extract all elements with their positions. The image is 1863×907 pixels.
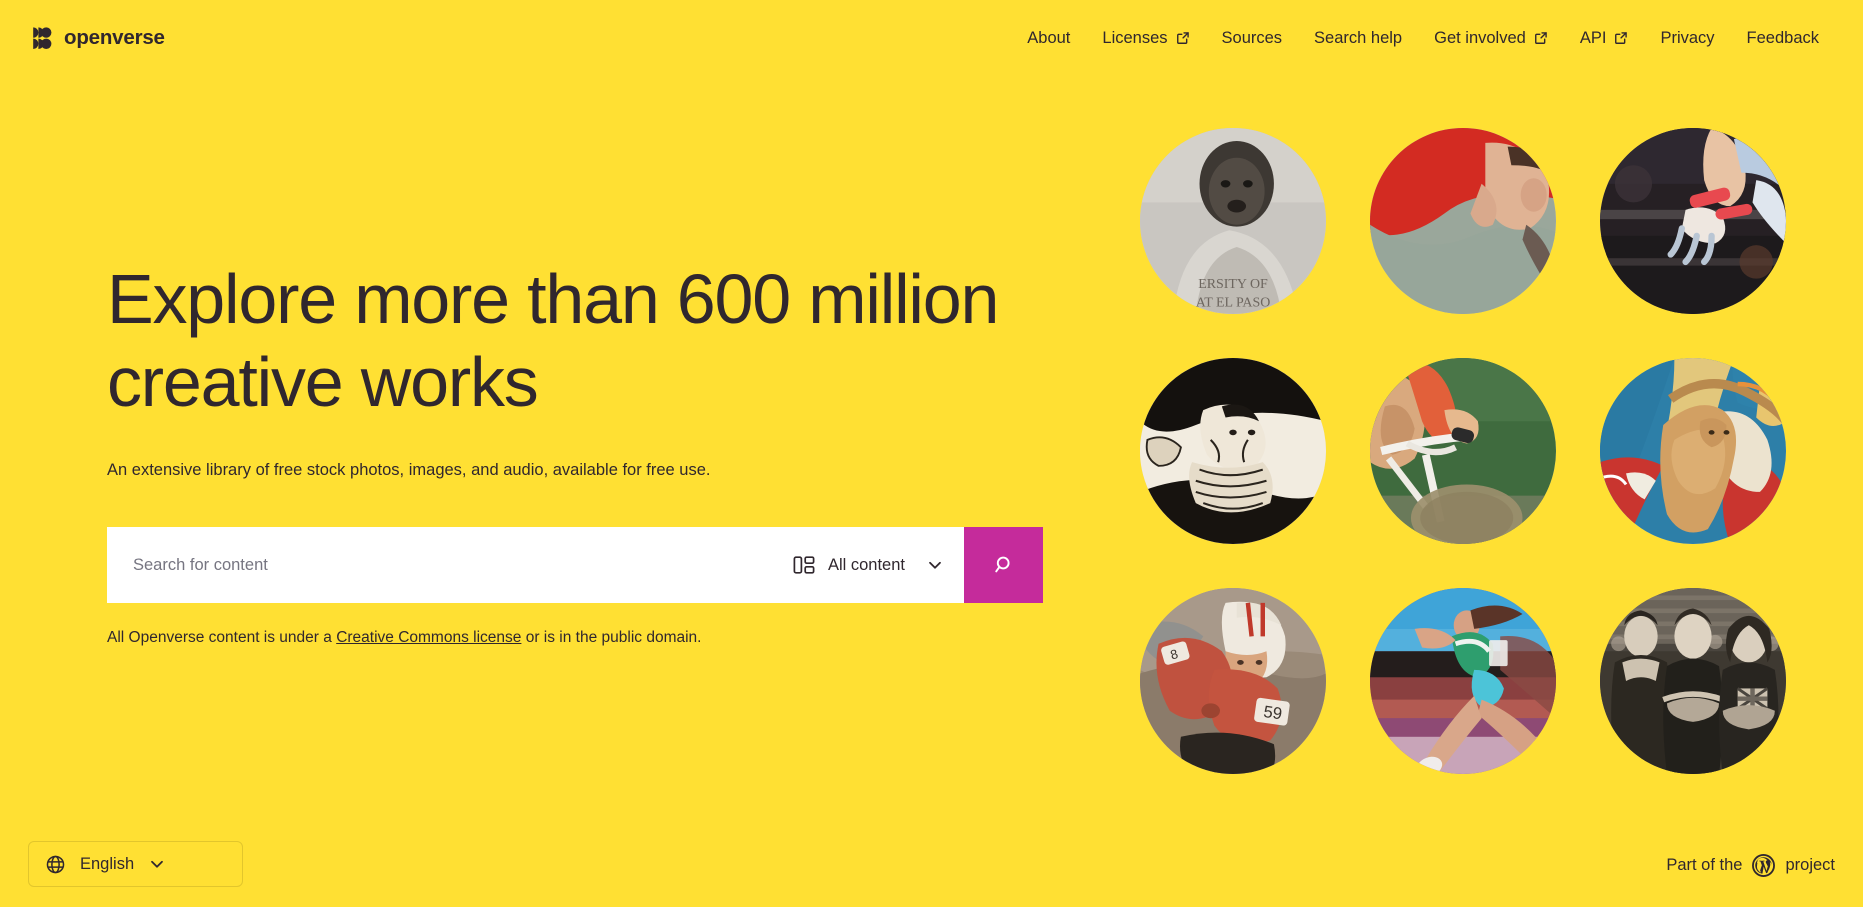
wordpress-credit-suffix: project <box>1785 856 1835 874</box>
chevron-down-icon <box>148 855 166 873</box>
brand-home-link[interactable]: openverse <box>28 26 165 50</box>
nav-item-privacy[interactable]: Privacy <box>1644 21 1730 56</box>
external-link-icon <box>1534 31 1548 45</box>
grid-image[interactable]: 8 59 <box>1140 588 1326 774</box>
search-input[interactable] <box>133 555 759 575</box>
language-selector[interactable]: English <box>28 841 243 887</box>
content-switcher-icon <box>793 554 815 576</box>
svg-text:59: 59 <box>1262 702 1283 723</box>
creative-commons-license-link[interactable]: Creative Commons license <box>336 629 521 646</box>
search-icon <box>993 554 1015 576</box>
nav-item-api[interactable]: API <box>1564 21 1645 56</box>
featured-image-grid: ERSITY OF AT EL PASO 8 59 <box>1140 128 1786 774</box>
nav-label: API <box>1579 28 1607 47</box>
nav-label: Search help <box>1314 28 1403 47</box>
svg-text:ERSITY OF: ERSITY OF <box>1198 277 1268 292</box>
nav-item-search-help[interactable]: Search help <box>1298 21 1418 56</box>
svg-text:AT EL PASO: AT EL PASO <box>1196 296 1271 311</box>
hero-subtitle: An extensive library of free stock photo… <box>107 461 711 480</box>
openverse-logo-icon <box>28 26 52 50</box>
chevron-down-icon <box>918 556 944 574</box>
nav-item-feedback[interactable]: Feedback <box>1731 21 1835 56</box>
content-type-switcher[interactable]: All content <box>784 527 964 603</box>
grid-image[interactable] <box>1370 588 1556 774</box>
nav-item-about[interactable]: About <box>1011 21 1086 56</box>
search-submit-button[interactable] <box>964 527 1043 603</box>
content-type-label: All content <box>827 555 905 574</box>
grid-image[interactable] <box>1370 128 1556 314</box>
page-title: Explore more than 600 million creative w… <box>107 260 999 421</box>
license-note: All Openverse content is under a Creativ… <box>107 629 701 647</box>
nav-label: Privacy <box>1660 28 1715 47</box>
search-bar: All content <box>107 527 1043 603</box>
grid-image[interactable] <box>1600 358 1786 544</box>
brand-name: openverse <box>64 26 165 49</box>
openverse-homepage: openverse About Licenses Sources Search … <box>0 0 1863 907</box>
nav-item-licenses[interactable]: Licenses <box>1086 21 1205 56</box>
nav-label: Sources <box>1221 28 1283 47</box>
nav-item-get-involved[interactable]: Get involved <box>1418 21 1564 56</box>
search-input-wrapper[interactable] <box>107 527 785 603</box>
grid-image[interactable] <box>1600 588 1786 774</box>
grid-image[interactable] <box>1600 128 1786 314</box>
grid-image[interactable] <box>1140 358 1326 544</box>
nav-label: About <box>1027 28 1071 47</box>
nav-label: Feedback <box>1746 28 1819 47</box>
nav-label: Get involved <box>1434 28 1526 47</box>
main-navigation: About Licenses Sources Search help Get i… <box>1011 21 1835 56</box>
wordpress-logo-icon[interactable] <box>1752 854 1776 877</box>
language-label: English <box>80 854 135 873</box>
grid-image[interactable]: ERSITY OF AT EL PASO <box>1140 128 1326 314</box>
external-link-icon <box>1614 31 1628 45</box>
wordpress-credit: Part of the project <box>1666 854 1835 877</box>
license-note-prefix: All Openverse content is under a <box>107 629 337 646</box>
nav-label: Licenses <box>1102 28 1168 47</box>
nav-item-sources[interactable]: Sources <box>1206 21 1299 56</box>
external-link-icon <box>1176 31 1190 45</box>
hero-section: Explore more than 600 million creative w… <box>107 258 1057 480</box>
license-note-suffix: or is in the public domain. <box>521 629 702 646</box>
globe-icon <box>45 854 66 875</box>
site-header: openverse About Licenses Sources Search … <box>0 0 1863 76</box>
grid-image[interactable] <box>1370 358 1556 544</box>
wordpress-credit-prefix: Part of the <box>1666 856 1743 874</box>
